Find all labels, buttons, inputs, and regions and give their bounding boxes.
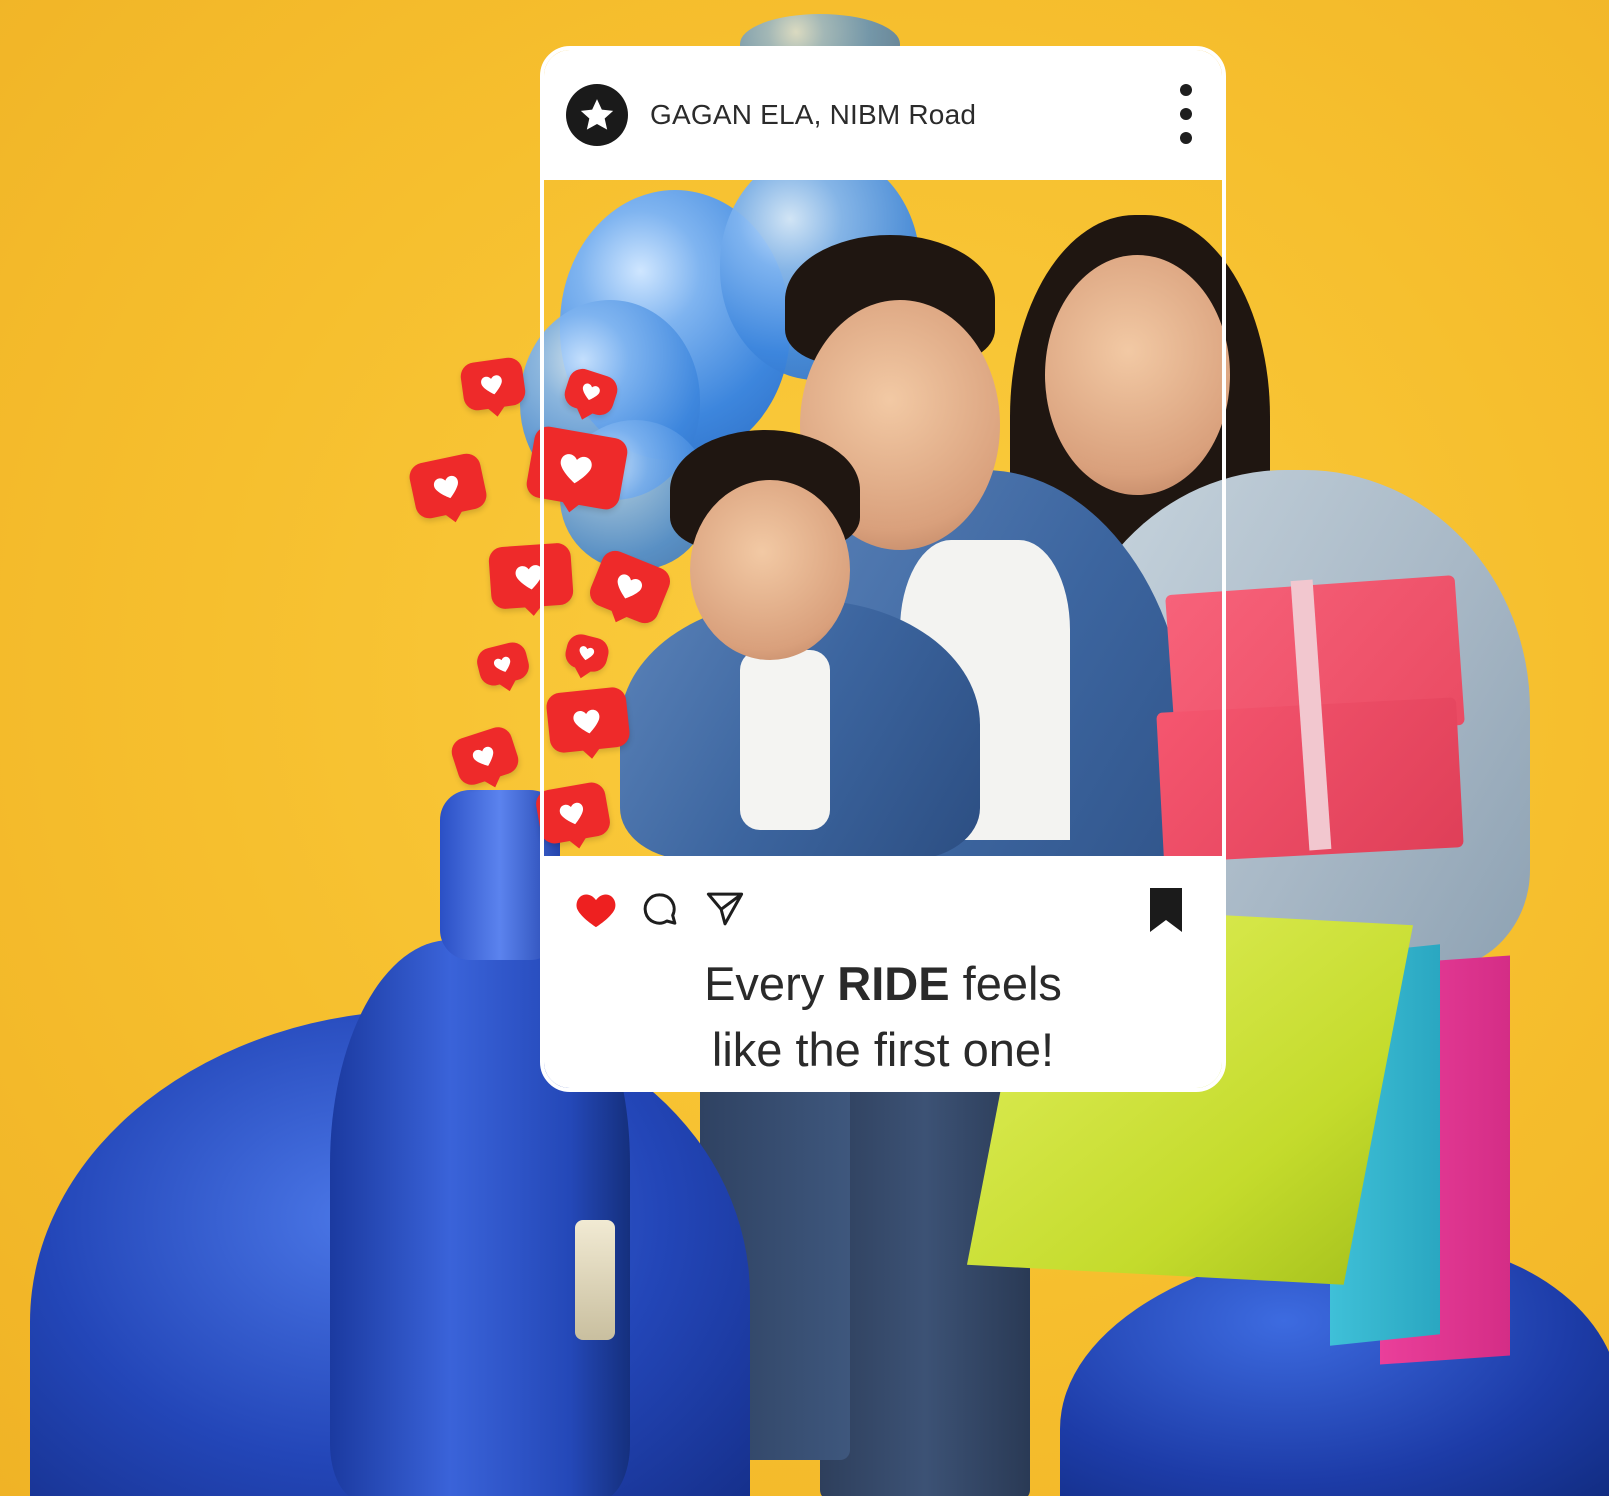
post-caption: Every RIDE feels like the first one! (544, 951, 1222, 1083)
more-vertical-icon (1180, 84, 1192, 96)
bookmark-filled-icon[interactable] (1146, 886, 1186, 934)
caption-emphasis: RIDE (837, 957, 950, 1010)
post-actions (574, 888, 748, 930)
scooter-indicator (575, 1220, 615, 1340)
comment-icon[interactable] (640, 889, 680, 929)
caption-line-2: like the first one! (711, 1023, 1055, 1076)
more-vertical-icon (1180, 108, 1192, 120)
send-icon[interactable] (702, 888, 748, 930)
post-header: GAGAN ELA, NIBM Road (544, 50, 1222, 180)
account-avatar[interactable] (566, 84, 628, 146)
post-card: GAGAN ELA, NIBM Road Every RIDE feels li… (540, 46, 1226, 1092)
more-vertical-icon (1180, 132, 1192, 144)
more-options-button[interactable] (1176, 84, 1196, 144)
account-name[interactable]: GAGAN ELA, NIBM Road (650, 99, 976, 131)
caption-line-1: Every RIDE feels (704, 957, 1062, 1010)
post-footer: Every RIDE feels like the first one! (544, 856, 1222, 1088)
star-icon (580, 99, 614, 130)
heart-filled-icon[interactable] (574, 889, 618, 929)
heart-bubble-icon (458, 355, 528, 413)
